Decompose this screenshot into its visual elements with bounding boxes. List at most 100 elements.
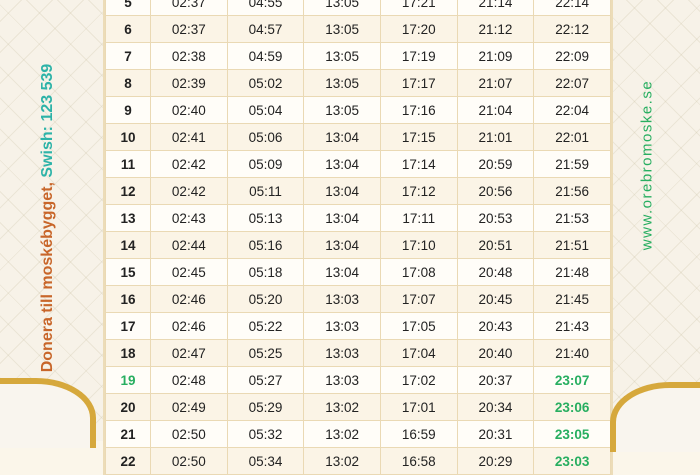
time-cell: 22:09 xyxy=(533,42,611,70)
time-cell: 05:27 xyxy=(226,366,305,394)
time-cell: 02:37 xyxy=(150,0,228,16)
time-cell: 04:59 xyxy=(226,42,305,70)
table-row: 20 02:49 05:29 13:02 17:01 20:34 23:06 xyxy=(105,393,611,421)
time-cell: 20:40 xyxy=(456,339,535,367)
time-cell: 17:01 xyxy=(379,393,458,421)
day-number-cell: 7 xyxy=(105,42,151,70)
time-cell: 20:29 xyxy=(456,447,535,475)
time-cell: 05:02 xyxy=(226,69,305,97)
time-cell: 17:05 xyxy=(379,312,458,340)
day-number-cell: 15 xyxy=(105,258,151,286)
time-cell: 05:13 xyxy=(226,204,305,232)
time-cell: 17:11 xyxy=(379,204,458,232)
time-cell: 05:20 xyxy=(226,285,305,313)
time-cell: 02:37 xyxy=(150,15,228,43)
time-cell: 22:04 xyxy=(533,96,611,124)
time-cell: 21:01 xyxy=(456,123,535,151)
day-number-cell: 20 xyxy=(105,393,151,421)
day-number-cell: 17 xyxy=(105,312,151,340)
time-cell: 21:45 xyxy=(533,285,611,313)
time-cell: 04:55 xyxy=(226,0,305,16)
time-cell: 13:04 xyxy=(303,150,381,178)
website-link[interactable]: www.orebromoske.se xyxy=(639,80,656,250)
time-cell: 17:04 xyxy=(379,339,458,367)
time-cell: 05:32 xyxy=(226,420,305,448)
time-cell: 20:37 xyxy=(456,366,535,394)
time-cell: 13:05 xyxy=(303,0,381,16)
table-row: 10 02:41 05:06 13:04 17:15 21:01 22:01 xyxy=(105,123,611,151)
day-number-cell: 16 xyxy=(105,285,151,313)
time-cell: 17:17 xyxy=(379,69,458,97)
time-cell: 02:50 xyxy=(150,447,228,475)
time-cell: 21:12 xyxy=(456,15,535,43)
time-cell: 23:06 xyxy=(533,393,611,421)
time-cell: 05:06 xyxy=(226,123,305,151)
time-cell: 21:40 xyxy=(533,339,611,367)
day-number-cell: 6 xyxy=(105,15,151,43)
time-cell: 17:20 xyxy=(379,15,458,43)
day-number-cell: 22 xyxy=(105,447,151,475)
donation-text: Donera till moskébygget, xyxy=(39,177,56,373)
prayer-times-table-container: 5 02:37 04:55 13:05 17:21 21:14 22:14 6 02:37 04:… xyxy=(103,0,613,475)
time-cell: 13:05 xyxy=(303,15,381,43)
day-number-cell: 18 xyxy=(105,339,151,367)
day-number-cell: 12 xyxy=(105,177,151,205)
time-cell: 20:34 xyxy=(456,393,535,421)
time-cell: 17:02 xyxy=(379,366,458,394)
time-cell: 17:08 xyxy=(379,258,458,286)
time-cell: 20:43 xyxy=(456,312,535,340)
time-cell: 02:49 xyxy=(150,393,228,421)
table-row: 21 02:50 05:32 13:02 16:59 20:31 23:05 xyxy=(105,420,611,448)
table-row: 11 02:42 05:09 13:04 17:14 20:59 21:59 xyxy=(105,150,611,178)
donation-banner: Donera till moskébygget, Swish: 123 539 xyxy=(39,64,57,373)
day-number-cell: 19 xyxy=(105,366,151,394)
time-cell: 05:09 xyxy=(226,150,305,178)
table-row: 12 02:42 05:11 13:04 17:12 20:56 21:56 xyxy=(105,177,611,205)
time-cell: 05:16 xyxy=(226,231,305,259)
day-number-cell: 14 xyxy=(105,231,151,259)
prayer-times-table: 5 02:37 04:55 13:05 17:21 21:14 22:14 6 02:37 04:… xyxy=(105,0,611,475)
time-cell: 17:15 xyxy=(379,123,458,151)
time-cell: 13:04 xyxy=(303,123,381,151)
time-cell: 21:51 xyxy=(533,231,611,259)
time-cell: 20:45 xyxy=(456,285,535,313)
time-cell: 13:03 xyxy=(303,285,381,313)
time-cell: 21:04 xyxy=(456,96,535,124)
time-cell: 02:38 xyxy=(150,42,228,70)
time-cell: 20:48 xyxy=(456,258,535,286)
time-cell: 20:59 xyxy=(456,150,535,178)
time-cell: 21:59 xyxy=(533,150,611,178)
time-cell: 22:12 xyxy=(533,15,611,43)
time-cell: 13:02 xyxy=(303,420,381,448)
time-cell: 13:03 xyxy=(303,312,381,340)
time-cell: 13:04 xyxy=(303,177,381,205)
table-row: 15 02:45 05:18 13:04 17:08 20:48 21:48 xyxy=(105,258,611,286)
table-row: 7 02:38 04:59 13:05 17:19 21:09 22:09 xyxy=(105,42,611,70)
time-cell: 02:39 xyxy=(150,69,228,97)
time-cell: 13:05 xyxy=(303,69,381,97)
table-row: 18 02:47 05:25 13:03 17:04 20:40 21:40 xyxy=(105,339,611,367)
table-row: 13 02:43 05:13 13:04 17:11 20:53 21:53 xyxy=(105,204,611,232)
time-cell: 02:41 xyxy=(150,123,228,151)
table-row: 14 02:44 05:16 13:04 17:10 20:51 21:51 xyxy=(105,231,611,259)
table-row: 17 02:46 05:22 13:03 17:05 20:43 21:43 xyxy=(105,312,611,340)
time-cell: 22:14 xyxy=(533,0,611,16)
time-cell: 17:21 xyxy=(379,0,458,16)
time-cell: 05:18 xyxy=(226,258,305,286)
time-cell: 17:07 xyxy=(379,285,458,313)
time-cell: 22:07 xyxy=(533,69,611,97)
time-cell: 23:03 xyxy=(533,447,611,475)
time-cell: 05:29 xyxy=(226,393,305,421)
time-cell: 13:03 xyxy=(303,339,381,367)
time-cell: 21:09 xyxy=(456,42,535,70)
time-cell: 13:04 xyxy=(303,204,381,232)
time-cell: 13:04 xyxy=(303,258,381,286)
time-cell: 02:42 xyxy=(150,150,228,178)
time-cell: 21:56 xyxy=(533,177,611,205)
table-row: 16 02:46 05:20 13:03 17:07 20:45 21:45 xyxy=(105,285,611,313)
time-cell: 02:42 xyxy=(150,177,228,205)
day-number-cell: 11 xyxy=(105,150,151,178)
table-row: 19 02:48 05:27 13:03 17:02 20:37 23:07 xyxy=(105,366,611,394)
time-cell: 17:10 xyxy=(379,231,458,259)
time-cell: 13:02 xyxy=(303,393,381,421)
